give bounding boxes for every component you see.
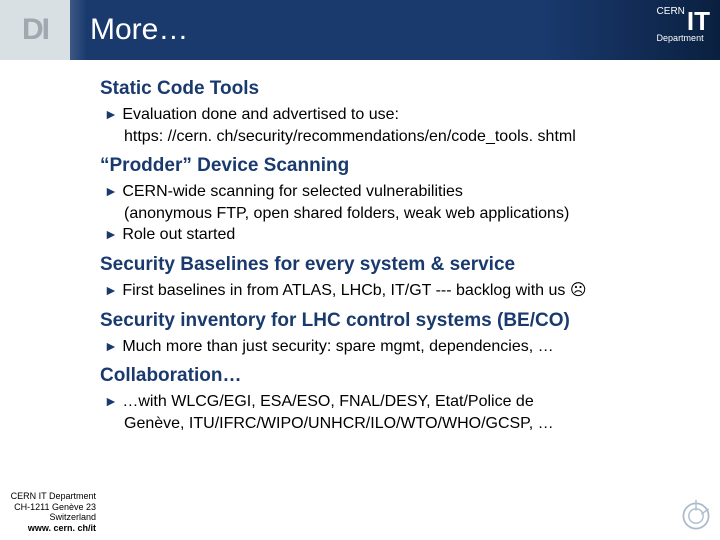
section-title: Static Code Tools: [100, 78, 708, 100]
section-title: Security inventory for LHC control syste…: [100, 310, 708, 332]
logo-prefix: CERN: [657, 6, 685, 17]
bullet-text: Role out started: [122, 226, 235, 243]
footer-line: Switzerland: [2, 512, 96, 523]
section-title: Security Baselines for every system & se…: [100, 254, 708, 276]
section-title: Collaboration…: [100, 365, 708, 387]
footer-line: CH-1211 Genève 23: [2, 502, 96, 513]
slide-header: DI More… CERNIT Department: [0, 0, 720, 60]
arrow-icon: ►: [104, 106, 118, 122]
bullet-item: ► Evaluation done and advertised to use:…: [104, 104, 708, 147]
cern-it-logo: CERNIT Department: [657, 6, 710, 43]
arrow-icon: ►: [104, 226, 118, 242]
footer-line: www. cern. ch/it: [2, 523, 96, 534]
arrow-icon: ►: [104, 282, 118, 298]
bullet-text: (anonymous FTP, open shared folders, wea…: [124, 203, 708, 225]
footer-address: CERN IT Department CH-1211 Genève 23 Swi…: [2, 491, 96, 534]
bullet-text: https: //cern. ch/security/recommendatio…: [124, 126, 708, 148]
section-title: “Prodder” Device Scanning: [100, 155, 708, 177]
slide-content: Static Code Tools ► Evaluation done and …: [0, 60, 720, 540]
bullet-text: First baselines in from ATLAS, LHCb, IT/…: [122, 282, 586, 299]
bullet-text: Much more than just security: spare mgmt…: [122, 338, 553, 355]
footer-line: CERN IT Department: [2, 491, 96, 502]
arrow-icon: ►: [104, 393, 118, 409]
bullet-text: Genève, ITU/IFRC/WIPO/UNHCR/ILO/WTO/WHO/…: [124, 413, 708, 435]
arrow-icon: ►: [104, 183, 118, 199]
cern-logo-icon: [678, 498, 714, 534]
bullet-item: ► Role out started: [104, 224, 708, 246]
bullet-item: ► …with WLCG/EGI, ESA/ESO, FNAL/DESY, Et…: [104, 391, 708, 434]
bullet-text: Evaluation done and advertised to use:: [122, 106, 399, 123]
bullet-item: ► First baselines in from ATLAS, LHCb, I…: [104, 280, 708, 302]
logo-subtext: Department: [657, 33, 710, 43]
header-badge: DI: [0, 0, 70, 60]
bullet-text: …with WLCG/EGI, ESA/ESO, FNAL/DESY, Etat…: [122, 393, 533, 410]
bullet-text: CERN-wide scanning for selected vulnerab…: [122, 183, 463, 200]
bullet-item: ► CERN-wide scanning for selected vulner…: [104, 181, 708, 224]
bullet-item: ► Much more than just security: spare mg…: [104, 336, 708, 358]
arrow-icon: ►: [104, 338, 118, 354]
slide-title: More…: [90, 13, 188, 47]
